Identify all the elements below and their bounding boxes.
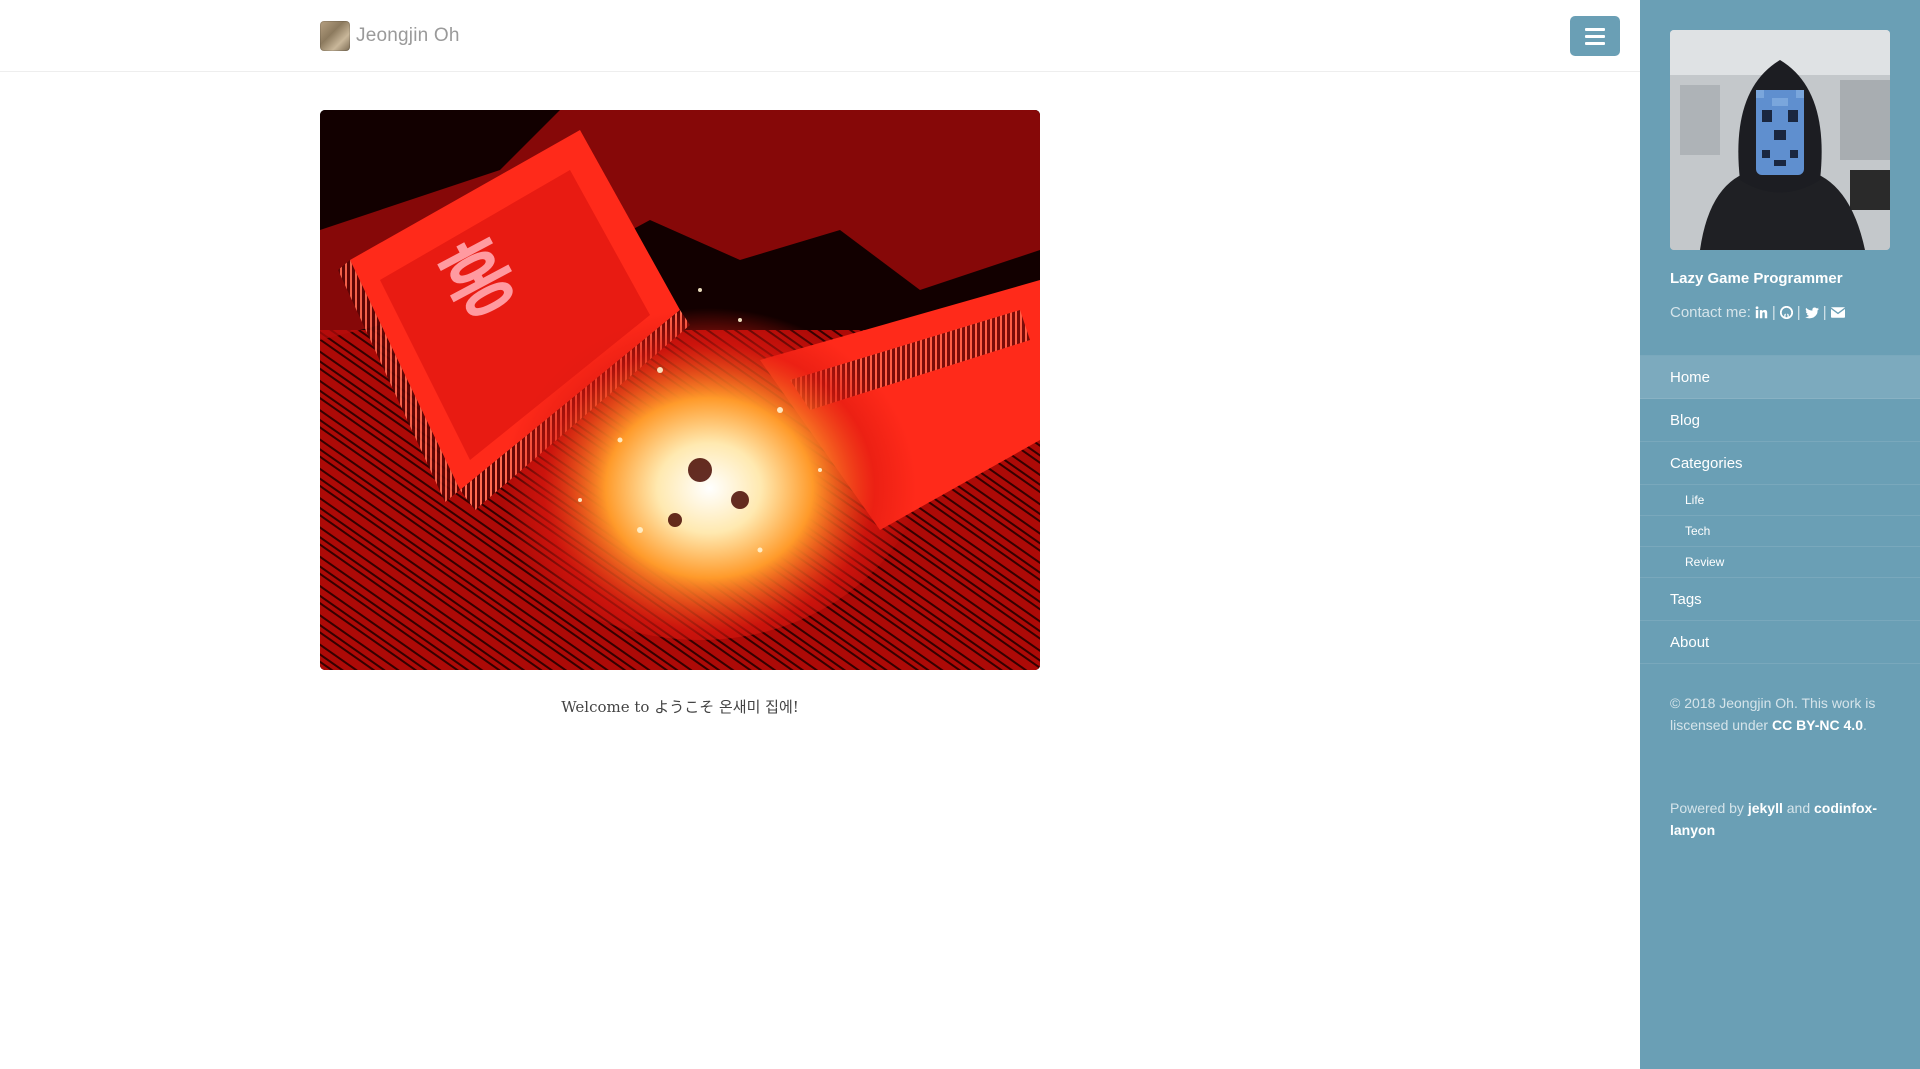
profile-title: Lazy Game Programmer <box>1670 270 1843 287</box>
copyright-notice: © 2018 Jeongjin Oh. This work is liscens… <box>1670 695 1876 733</box>
sidebar: Lazy Game Programmer Contact me: | | | H… <box>1640 0 1920 1069</box>
hero-image: 홍 <box>320 110 1040 670</box>
contact-label: Contact me: <box>1670 304 1751 321</box>
sidebar-item-blog[interactable]: Blog <box>1640 399 1920 442</box>
powered-by: Powered by jekyll and codinfox-lanyon <box>1670 800 1877 838</box>
twitter-icon[interactable] <box>1804 306 1819 319</box>
main-content: Jeongjin Oh 홍 Welcome to ようこそ 온새미 집에! <box>0 0 1640 1069</box>
github-icon[interactable] <box>1779 306 1793 319</box>
sidebar-nav: Home Blog Categories Life Tech Review Ta… <box>1640 355 1920 664</box>
sidebar-item-home[interactable]: Home <box>1640 356 1920 399</box>
masthead: Jeongjin Oh <box>0 0 1640 72</box>
sidebar-item-tags[interactable]: Tags <box>1640 578 1920 621</box>
contact-links: Contact me: | | | <box>1670 304 1845 321</box>
menu-toggle-button[interactable] <box>1570 16 1620 56</box>
email-icon[interactable] <box>1830 307 1845 318</box>
sidebar-subitem-life[interactable]: Life <box>1640 485 1920 516</box>
welcome-text: Welcome to ようこそ 온새미 집에! <box>561 698 799 716</box>
license-link[interactable]: CC BY-NC 4.0 <box>1772 717 1863 733</box>
sidebar-subitem-tech[interactable]: Tech <box>1640 516 1920 547</box>
sidebar-item-categories[interactable]: Categories <box>1640 442 1920 485</box>
linkedin-icon[interactable] <box>1755 306 1768 319</box>
profile-photo <box>1670 30 1890 250</box>
hamburger-menu-icon <box>1585 27 1605 31</box>
sidebar-item-about[interactable]: About <box>1640 621 1920 664</box>
site-logo-icon <box>320 21 350 51</box>
sidebar-subitem-review[interactable]: Review <box>1640 547 1920 578</box>
brand-link[interactable]: Jeongjin Oh <box>320 21 460 51</box>
jekyll-link[interactable]: jekyll <box>1748 800 1783 816</box>
site-title: Jeongjin Oh <box>356 25 460 46</box>
